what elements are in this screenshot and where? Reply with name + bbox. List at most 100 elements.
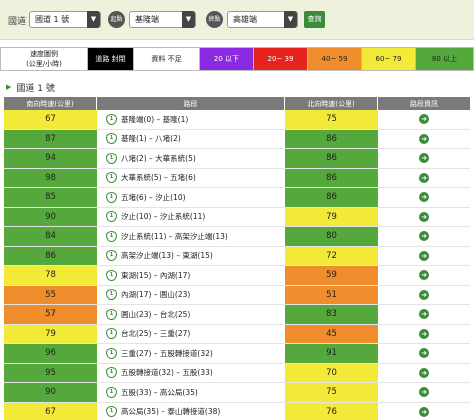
north-speed-cell: 70	[285, 363, 378, 382]
arrow-right-circle-icon[interactable]: ➜	[419, 328, 429, 339]
arrow-right-circle-icon[interactable]: ➜	[419, 211, 429, 222]
south-speed-cell: 98	[4, 168, 97, 187]
north-speed-cell: 83	[285, 305, 378, 324]
table-row: 96 1 三重(27) – 五股轉接道(32) 91 ➜	[4, 344, 470, 364]
north-speed-cell: 86	[285, 149, 378, 168]
highway-shield-icon: 1	[106, 172, 117, 184]
segment-cell[interactable]: 1 大華系統(5) – 五堵(6)	[97, 169, 285, 188]
arrow-right-circle-icon[interactable]: ➜	[419, 309, 429, 320]
segment-cell[interactable]: 1 五股(33) – 高公局(35)	[97, 383, 285, 402]
segment-cell[interactable]: 1 內湖(17) – 圓山(23)	[97, 286, 285, 305]
table-row: 98 1 大華系統(5) – 五堵(6) 86 ➜	[4, 168, 470, 188]
south-speed-cell: 95	[4, 363, 97, 382]
arrow-right-circle-icon[interactable]: ➜	[419, 387, 429, 398]
arrow-right-circle-icon[interactable]: ➜	[419, 114, 429, 125]
arrow-right-circle-icon[interactable]: ➜	[419, 172, 429, 183]
segment-cell[interactable]: 1 基隆端(0) – 基隆(1)	[97, 110, 285, 129]
segment-label: 圓山(23) – 台北(25)	[121, 309, 191, 319]
segment-cell[interactable]: 1 三重(27) – 五股轉接道(32)	[97, 344, 285, 363]
table-row: 90 1 汐止(10) – 汐止系統(11) 79 ➜	[4, 207, 470, 227]
north-speed-cell: 75	[285, 383, 378, 402]
segment-label: 五股(33) – 高公局(35)	[121, 387, 198, 397]
arrow-right-circle-icon[interactable]: ➜	[419, 231, 429, 242]
highway-shield-icon: 1	[106, 289, 117, 301]
segment-info-cell: ➜	[378, 286, 470, 305]
segment-label: 大華系統(5) – 五堵(6)	[121, 173, 196, 183]
segment-label: 基隆端(0) – 基隆(1)	[121, 114, 189, 124]
north-speed-cell: 75	[285, 110, 378, 129]
table-row: 84 1 汐止系統(11) – 高架汐止端(13) 80 ➜	[4, 227, 470, 247]
arrow-right-circle-icon[interactable]: ➜	[419, 153, 429, 164]
segment-label: 五股轉接道(32) – 五股(33)	[121, 368, 213, 378]
highway-shield-icon: 1	[106, 250, 117, 262]
arrow-right-circle-icon[interactable]: ➜	[419, 367, 429, 378]
segment-cell[interactable]: 1 五股轉接道(32) – 五股(33)	[97, 364, 285, 383]
highway-shield-icon: 1	[106, 211, 117, 223]
table-row: 95 1 五股轉接道(32) – 五股(33) 70 ➜	[4, 363, 470, 383]
highway-shield-icon: 1	[106, 347, 117, 359]
arrow-right-circle-icon[interactable]: ➜	[419, 406, 429, 417]
arrow-right-circle-icon[interactable]: ➜	[419, 250, 429, 261]
arrow-right-circle-icon[interactable]: ➜	[419, 289, 429, 300]
arrow-right-circle-icon[interactable]: ➜	[419, 270, 429, 281]
south-speed-cell: 90	[4, 383, 97, 402]
table-row: 57 1 圓山(23) – 台北(25) 83 ➜	[4, 305, 470, 325]
south-speed-cell: 86	[4, 246, 97, 265]
north-speed-cell: 86	[285, 188, 378, 207]
legend-item: 20~ 39	[254, 47, 308, 71]
road-label: 國道	[8, 17, 27, 27]
segment-cell[interactable]: 1 汐止系統(11) – 高架汐止端(13)	[97, 227, 285, 246]
segment-label: 五堵(6) – 汐止(10)	[121, 192, 186, 202]
south-speed-cell: 55	[4, 285, 97, 304]
segment-label: 高架汐止端(13) – 東湖(15)	[121, 251, 213, 261]
legend-item: 資料 不足	[134, 47, 200, 71]
segment-info-cell: ➜	[378, 344, 470, 363]
segment-info-cell: ➜	[378, 110, 470, 129]
chevron-down-icon: ▼	[182, 11, 195, 28]
highway-shield-icon: 1	[106, 406, 117, 418]
segment-info-cell: ➜	[378, 383, 470, 402]
section-title: 國道 1 號	[16, 83, 55, 94]
table-row: 86 1 高架汐止端(13) – 東湖(15) 72 ➜	[4, 246, 470, 266]
south-speed-cell: 90	[4, 207, 97, 226]
segment-label: 高公局(35) – 泰山轉接道(38)	[121, 407, 221, 417]
segment-cell[interactable]: 1 高公局(35) – 泰山轉接道(38)	[97, 403, 285, 420]
north-speed-cell: 79	[285, 207, 378, 226]
arrow-right-circle-icon[interactable]: ➜	[419, 348, 429, 359]
segment-cell[interactable]: 1 圓山(23) – 台北(25)	[97, 305, 285, 324]
segment-info-cell: ➜	[378, 169, 470, 188]
segment-cell[interactable]: 1 汐止(10) – 汐止系統(11)	[97, 208, 285, 227]
segment-label: 三重(27) – 五股轉接道(32)	[121, 348, 213, 358]
segment-label: 內湖(17) – 圓山(23)	[121, 290, 191, 300]
traffic-table: 南向時速(公里) 路段 北向時速(公里) 路段資訊 67 1 基隆端(0) – 基隆…	[4, 97, 470, 420]
road-select[interactable]: 國道 1 號 ▼	[29, 11, 101, 28]
south-speed-cell: 85	[4, 188, 97, 207]
header-segment-info: 路段資訊	[410, 99, 438, 108]
legend-item: 速度圖例 (公里/小時)	[0, 47, 88, 71]
header-north-speed: 北向時速(公里)	[285, 97, 378, 110]
query-button[interactable]: 查詢	[304, 11, 325, 28]
highway-shield-icon: 1	[106, 152, 117, 164]
segment-cell[interactable]: 1 五堵(6) – 汐止(10)	[97, 188, 285, 207]
segment-cell[interactable]: 1 八堵(2) – 大華系統(5)	[97, 149, 285, 168]
segment-cell[interactable]: 1 東湖(15) – 內湖(17)	[97, 266, 285, 285]
segment-cell[interactable]: 1 台北(25) – 三重(27)	[97, 325, 285, 344]
arrow-right-circle-icon[interactable]: ➜	[419, 133, 429, 144]
segment-info-cell: ➜	[378, 130, 470, 149]
segment-cell[interactable]: 1 高架汐止端(13) – 東湖(15)	[97, 247, 285, 266]
north-speed-cell: 45	[285, 324, 378, 343]
legend-item: 40~ 59	[308, 47, 362, 71]
end-select[interactable]: 高雄端 ▼	[227, 11, 298, 28]
segment-info-cell: ➜	[378, 266, 470, 285]
arrow-right-circle-icon[interactable]: ➜	[419, 192, 429, 203]
segment-cell[interactable]: 1 基隆(1) – 八堵(2)	[97, 130, 285, 149]
end-badge: 終點	[206, 11, 223, 28]
segment-info-cell: ➜	[378, 403, 470, 420]
segment-info-cell: ➜	[378, 305, 470, 324]
north-speed-cell: 51	[285, 285, 378, 304]
south-speed-cell: 67	[4, 110, 97, 129]
start-select-value: 基隆端	[135, 15, 159, 24]
start-select[interactable]: 基隆端 ▼	[129, 11, 196, 28]
chevron-down-icon: ▼	[87, 11, 100, 28]
segment-label: 基隆(1) – 八堵(2)	[121, 134, 181, 144]
